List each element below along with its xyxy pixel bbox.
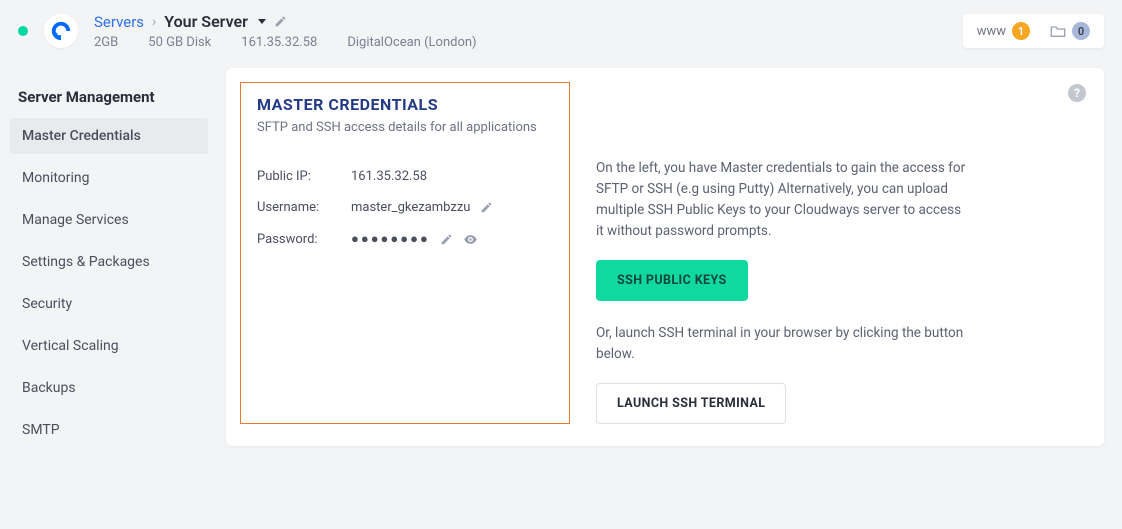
credentials-title: MASTER CREDENTIALS — [257, 95, 553, 114]
sidebar-item-settings-packages[interactable]: Settings & Packages — [10, 244, 208, 280]
sidebar-item-backups[interactable]: Backups — [10, 370, 208, 406]
sidebar-item-manage-services[interactable]: Manage Services — [10, 202, 208, 238]
username-label: Username: — [257, 200, 351, 215]
apps-pill-label: www — [977, 24, 1006, 39]
spec-provider: DigitalOcean (London) — [347, 35, 476, 50]
page-header: Servers › Your Server 2GB 50 GB Disk 161… — [0, 0, 1122, 68]
panel-right-column: On the left, you have Master credentials… — [596, 82, 966, 424]
reveal-password-icon[interactable] — [463, 232, 478, 247]
breadcrumb-separator: › — [152, 14, 156, 30]
spec-ram: 2GB — [94, 35, 118, 50]
password-value-row: ●●●●●●●● — [351, 231, 553, 247]
sidebar-item-security[interactable]: Security — [10, 286, 208, 322]
username-value: master_gkezambzzu — [351, 200, 470, 215]
spec-ip: 161.35.32.58 — [241, 35, 317, 50]
password-label: Password: — [257, 232, 351, 247]
server-spec-row: 2GB 50 GB Disk 161.35.32.58 DigitalOcean… — [94, 35, 477, 50]
sidebar-item-master-credentials[interactable]: Master Credentials — [10, 118, 208, 154]
header-main: Servers › Your Server 2GB 50 GB Disk 161… — [94, 12, 477, 50]
public-ip-value: 161.35.32.58 — [351, 169, 553, 184]
projects-folder-icon — [1050, 24, 1066, 38]
sidebar-item-monitoring[interactable]: Monitoring — [10, 160, 208, 196]
server-dropdown-caret-icon[interactable] — [258, 19, 266, 24]
breadcrumb-current: Your Server — [164, 12, 248, 31]
spec-disk: 50 GB Disk — [148, 35, 211, 50]
provider-logo — [44, 14, 78, 48]
username-value-row: master_gkezambzzu — [351, 200, 553, 215]
edit-username-icon[interactable] — [480, 201, 493, 214]
sidebar: Server Management Master Credentials Mon… — [10, 68, 208, 448]
help-icon[interactable]: ? — [1068, 84, 1086, 102]
breadcrumb: Servers › Your Server — [94, 12, 477, 31]
sidebar-item-smtp[interactable]: SMTP — [10, 412, 208, 448]
sidebar-item-vertical-scaling[interactable]: Vertical Scaling — [10, 328, 208, 364]
main-panel: ? MASTER CREDENTIALS SFTP and SSH access… — [226, 68, 1104, 446]
header-right-box: www 1 0 — [963, 14, 1104, 48]
projects-count-badge: 0 — [1072, 22, 1090, 40]
ssh-public-keys-button[interactable]: SSH PUBLIC KEYS — [596, 260, 748, 301]
breadcrumb-root[interactable]: Servers — [94, 13, 144, 31]
server-status-dot — [18, 26, 28, 36]
public-ip-label: Public IP: — [257, 169, 351, 184]
projects-pill[interactable]: 0 — [1050, 22, 1090, 40]
sidebar-title: Server Management — [10, 68, 208, 118]
master-credentials-box: MASTER CREDENTIALS SFTP and SSH access d… — [240, 82, 570, 424]
launch-ssh-terminal-button[interactable]: LAUNCH SSH TERMINAL — [596, 383, 786, 424]
digitalocean-icon — [50, 20, 72, 42]
apps-pill[interactable]: www 1 — [977, 22, 1030, 40]
edit-password-icon[interactable] — [440, 233, 453, 246]
rename-server-icon[interactable] — [274, 15, 288, 29]
apps-count-badge: 1 — [1012, 22, 1030, 40]
credentials-info-text: On the left, you have Master credentials… — [596, 158, 966, 242]
or-launch-text: Or, launch SSH terminal in your browser … — [596, 323, 966, 365]
password-masked: ●●●●●●●● — [351, 231, 430, 247]
credentials-subtitle: SFTP and SSH access details for all appl… — [257, 120, 553, 135]
